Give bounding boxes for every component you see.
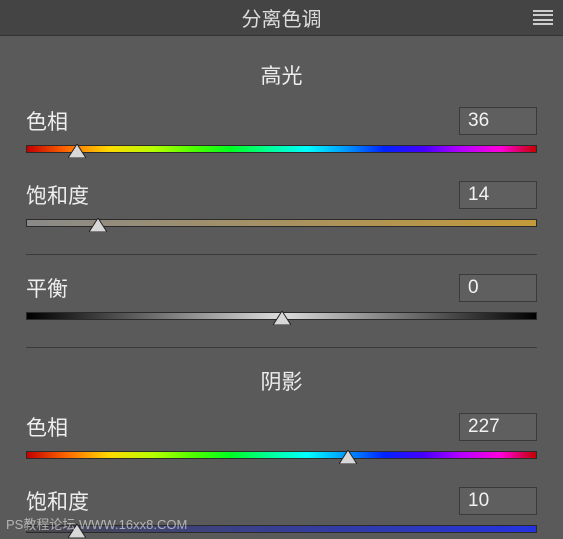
saturation-highlights-value[interactable]: 14 [459,181,537,209]
hue-shadows-value[interactable]: 227 [459,413,537,441]
balance-value[interactable]: 0 [459,274,537,302]
saturation-label: 饱和度 [26,486,89,516]
watermark: PS教程论坛 WWW.16xx8.COM [6,514,187,533]
slider-thumb-icon[interactable] [273,311,291,325]
slider-thumb-icon[interactable] [68,144,86,158]
hue-label: 色相 [26,106,68,136]
slider-thumb-icon[interactable] [89,218,107,232]
hue-highlights-value[interactable]: 36 [459,107,537,135]
panel-body: 高光 色相 36 饱和度 14 平衡 0 阴影 色相 227 饱和度 10 [0,36,563,536]
hue-label: 色相 [26,412,68,442]
panel-header: 分离色调 [0,0,563,36]
saturation-label: 饱和度 [26,180,89,210]
saturation-shadows-row: 饱和度 10 [26,486,537,516]
panel-title: 分离色调 [242,3,322,32]
hue-highlights-row: 色相 36 [26,106,537,136]
balance-slider[interactable] [26,309,537,323]
balance-row: 平衡 0 [26,273,537,303]
hue-highlights-slider[interactable] [26,142,537,156]
section-title-highlights: 高光 [26,60,537,90]
saturation-shadows-value[interactable]: 10 [459,487,537,515]
saturation-highlights-slider[interactable] [26,216,537,230]
hamburger-menu-icon[interactable] [533,10,553,26]
hue-shadows-row: 色相 227 [26,412,537,442]
divider [26,347,537,348]
section-title-shadows: 阴影 [26,366,537,396]
hue-shadows-slider[interactable] [26,448,537,462]
slider-thumb-icon[interactable] [339,450,357,464]
balance-label: 平衡 [26,273,68,303]
divider [26,254,537,255]
saturation-highlights-row: 饱和度 14 [26,180,537,210]
